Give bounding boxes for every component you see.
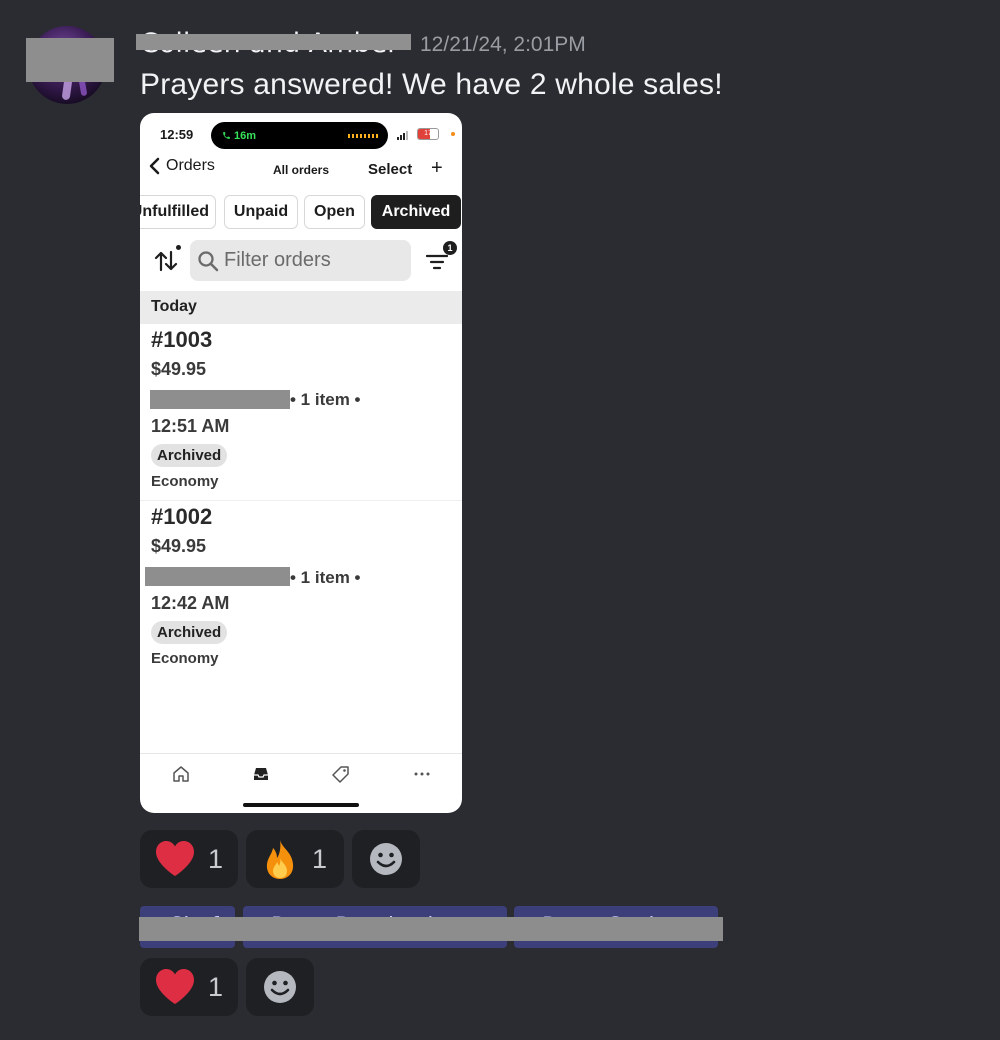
status-badge: Archived — [151, 621, 228, 644]
heart-icon — [156, 969, 194, 1004]
add-button[interactable]: + — [431, 157, 443, 180]
reaction-heart[interactable]: 1 — [140, 830, 238, 888]
reaction-count: 1 — [208, 971, 224, 1002]
status-badge: Archived — [151, 444, 228, 467]
image-attachment[interactable]: 12:59 16m 17 Orders All orders Select + … — [140, 113, 462, 813]
message-text: Prayers answered! We have 2 whole sales! — [140, 68, 723, 101]
chip-open[interactable]: Open — [304, 195, 365, 229]
select-button[interactable]: Select — [368, 161, 412, 178]
author-redaction — [136, 34, 411, 50]
add-reaction-button[interactable] — [352, 830, 420, 888]
sort-icon[interactable] — [154, 250, 178, 272]
search-icon — [198, 250, 219, 271]
order-price: $49.95 — [151, 536, 207, 556]
battery-icon: 17 — [417, 128, 439, 140]
mentions-redaction — [139, 917, 723, 941]
order-shipping: Economy — [151, 473, 219, 490]
reaction-count: 1 — [208, 843, 224, 874]
signal-icon — [397, 131, 408, 140]
row-divider — [140, 500, 462, 501]
call-indicator: 16m — [218, 128, 260, 143]
order-price: $49.95 — [151, 359, 207, 379]
smiley-add-icon — [264, 971, 296, 1003]
reaction-fire[interactable]: 1 — [246, 830, 344, 888]
section-header: Today — [140, 291, 462, 324]
audio-waveform-icon — [348, 134, 378, 138]
chevron-left-icon — [149, 157, 160, 175]
order-number[interactable]: #1002 — [151, 504, 212, 530]
orders-inbox-icon[interactable] — [252, 765, 270, 783]
more-icon[interactable] — [413, 765, 431, 783]
tag-icon[interactable] — [332, 765, 350, 783]
phone-icon — [223, 132, 230, 139]
order-time: 12:42 AM — [151, 593, 230, 613]
chip-archived[interactable]: Archived — [371, 195, 461, 229]
section-title: Today — [151, 298, 197, 315]
back-button[interactable]: Orders — [148, 157, 215, 175]
back-label: Orders — [166, 157, 215, 174]
tab-bar-divider — [140, 753, 462, 754]
order-item-count: • 1 item • — [290, 390, 361, 409]
avatar-redaction — [26, 38, 114, 82]
order-item-count: • 1 item • — [290, 568, 361, 587]
filter-orders-input[interactable]: Filter orders — [190, 240, 411, 281]
chip-unpaid[interactable]: Unpaid — [224, 195, 298, 229]
battery-level: 17 — [424, 130, 432, 137]
fire-icon — [266, 840, 294, 879]
home-indicator — [243, 803, 359, 807]
status-time: 12:59 — [160, 127, 194, 142]
order-shipping: Economy — [151, 650, 219, 667]
call-duration: 16m — [234, 129, 257, 142]
home-icon[interactable] — [172, 765, 190, 783]
search-placeholder: Filter orders — [224, 249, 331, 271]
chip-unfulfilled[interactable]: Unfulfilled — [140, 195, 216, 229]
message-timestamp[interactable]: 12/21/24, 2:01PM — [420, 33, 586, 57]
customer-redaction — [150, 390, 290, 409]
filter-icon[interactable] — [426, 253, 448, 271]
add-reaction-button[interactable] — [246, 958, 314, 1016]
dynamic-island: 16m — [211, 122, 388, 149]
nav-title[interactable]: All orders — [273, 163, 329, 177]
customer-redaction — [145, 567, 290, 586]
order-number[interactable]: #1003 — [151, 327, 212, 353]
reaction-heart[interactable]: 1 — [140, 958, 238, 1016]
reaction-count: 1 — [312, 843, 328, 874]
heart-icon — [156, 841, 194, 876]
smiley-add-icon — [370, 843, 402, 875]
mic-indicator-dot — [451, 132, 455, 136]
filter-count-badge: 1 — [443, 241, 457, 255]
order-time: 12:51 AM — [151, 416, 230, 436]
sort-active-dot — [176, 245, 181, 250]
